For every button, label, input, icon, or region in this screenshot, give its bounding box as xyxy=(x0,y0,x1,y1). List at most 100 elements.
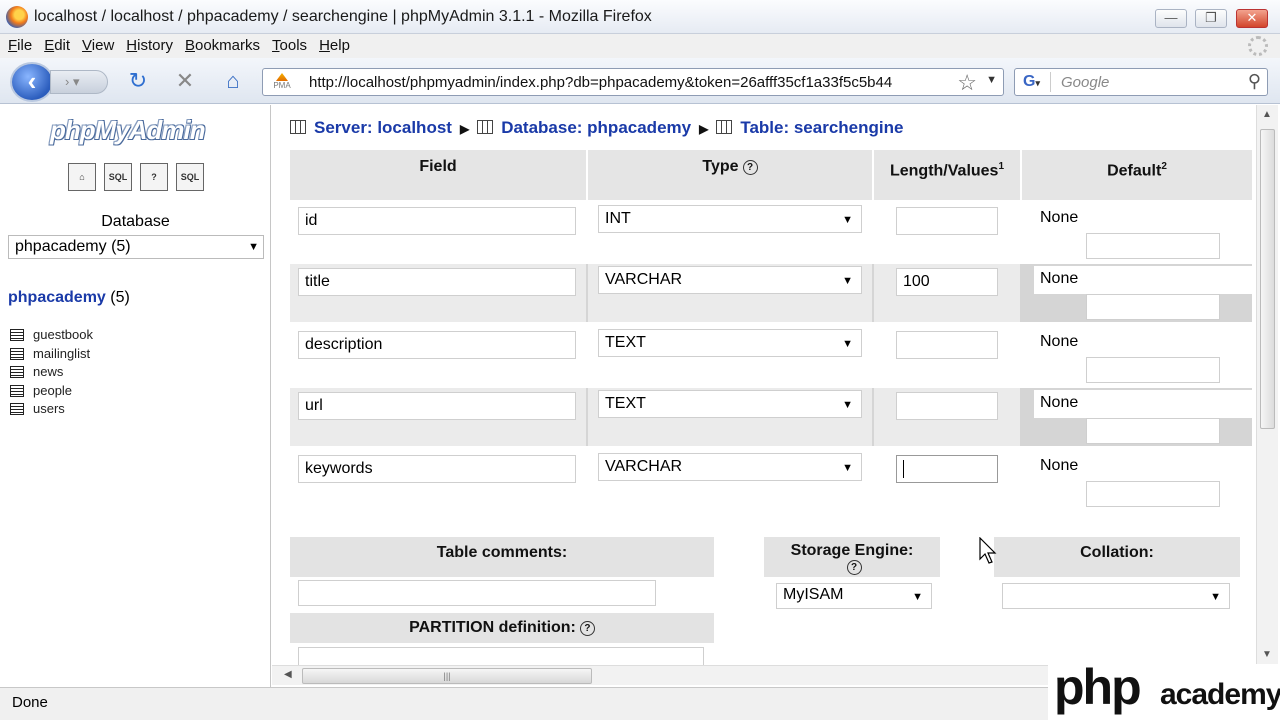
breadcrumb-database[interactable]: Database: phpacademy xyxy=(501,118,691,137)
home-icon[interactable]: ⌂ xyxy=(68,163,96,191)
breadcrumb-server[interactable]: Server: localhost xyxy=(314,118,452,137)
url-bar[interactable]: PMA http://localhost/phpmyadmin/index.ph… xyxy=(262,68,1004,96)
partition-input[interactable] xyxy=(298,647,704,665)
database-name-link[interactable]: phpacademy xyxy=(8,289,106,306)
url-dropdown-icon[interactable]: ▼ xyxy=(986,74,997,86)
default-value-input[interactable] xyxy=(1086,294,1220,320)
menu-history[interactable]: History xyxy=(118,34,177,54)
table-comments-header: Table comments: xyxy=(290,537,714,577)
field-name-input[interactable]: url xyxy=(298,392,576,420)
throbber-icon xyxy=(1248,36,1268,56)
scroll-left-icon[interactable]: ◀ xyxy=(284,669,292,680)
default-value-input[interactable] xyxy=(1086,418,1220,444)
default-value-input[interactable] xyxy=(1086,481,1220,507)
help-icon[interactable]: ? xyxy=(140,163,168,191)
menu-edit[interactable]: Edit xyxy=(36,34,74,54)
list-item[interactable]: guestbook xyxy=(10,327,93,346)
help-icon[interactable]: ? xyxy=(846,560,862,575)
length-input[interactable] xyxy=(896,207,998,235)
list-item[interactable]: mailinglist xyxy=(10,346,93,365)
help-icon[interactable]: ? xyxy=(742,160,758,175)
breadcrumb-separator-icon: ▶ xyxy=(699,122,709,136)
stop-icon: ✕ xyxy=(175,68,195,93)
table-icon[interactable] xyxy=(10,366,24,378)
storage-engine-select[interactable]: MyISAM ▼ xyxy=(776,583,932,609)
table-icon[interactable] xyxy=(10,403,24,415)
back-button[interactable]: ‹ xyxy=(10,62,54,102)
search-icon[interactable]: ⚲ xyxy=(1248,71,1261,92)
reload-icon: ↻ xyxy=(128,68,148,93)
length-input[interactable] xyxy=(896,392,998,420)
firefox-logo-icon xyxy=(6,6,28,28)
table-comments-input[interactable] xyxy=(298,580,656,606)
table-icon[interactable] xyxy=(10,347,24,360)
default-value-input[interactable] xyxy=(1086,357,1220,383)
bookmark-star-icon[interactable]: ☆ xyxy=(957,70,977,96)
google-engine-icon[interactable]: G▾ xyxy=(1019,72,1051,92)
help-icon[interactable]: ? xyxy=(579,621,595,636)
maximize-button[interactable]: ❐ xyxy=(1195,9,1227,28)
type-select[interactable]: VARCHAR ▼ xyxy=(598,453,862,481)
minimize-button[interactable]: — xyxy=(1155,9,1187,28)
type-select[interactable]: VARCHAR ▼ xyxy=(598,266,862,294)
search-bar[interactable]: G▾ Google ⚲ xyxy=(1014,68,1268,96)
window-titlebar: localhost / localhost / phpacademy / sea… xyxy=(0,0,1280,34)
default-select[interactable]: None xyxy=(1034,453,1252,481)
type-select[interactable]: TEXT ▼ xyxy=(598,390,862,418)
chevron-down-icon: ▼ xyxy=(842,399,853,411)
main-frame: Server: localhost ▶ Database: phpacademy ▶ T… xyxy=(272,105,1256,665)
list-item[interactable]: people xyxy=(10,383,93,402)
url-input[interactable]: http://localhost/phpmyadmin/index.php?db… xyxy=(309,74,949,91)
menu-help[interactable]: Help xyxy=(311,34,354,54)
sql-icon[interactable]: SQL xyxy=(104,163,132,191)
status-text: Done xyxy=(12,694,48,711)
scroll-up-icon[interactable]: ▲ xyxy=(1262,109,1272,120)
default-select[interactable]: None xyxy=(1034,329,1252,357)
field-name-input[interactable]: title xyxy=(298,268,576,296)
vertical-scroll-thumb[interactable] xyxy=(1260,129,1275,429)
phpmyadmin-logo[interactable]: phpMyAdmin xyxy=(50,115,206,146)
table-icon[interactable] xyxy=(10,329,24,341)
vertical-scrollbar[interactable]: ▲ ▼ xyxy=(1256,105,1278,665)
length-input[interactable]: 100 xyxy=(896,268,998,296)
query-window-icon[interactable]: SQL xyxy=(176,163,204,191)
list-item[interactable]: news xyxy=(10,364,93,383)
chevron-down-icon: ▼ xyxy=(842,462,853,474)
menu-file[interactable]: File xyxy=(0,34,36,54)
field-name-input[interactable]: keywords xyxy=(298,455,576,483)
home-button[interactable]: ⌂ xyxy=(219,70,247,94)
pma-favicon-icon: PMA xyxy=(271,73,293,91)
chevron-down-icon: ▼ xyxy=(248,241,259,253)
default-select[interactable]: None xyxy=(1034,390,1252,418)
mouse-pointer-icon xyxy=(979,537,997,564)
database-select[interactable]: phpacademy (5) ▼ xyxy=(8,235,264,259)
text-caret xyxy=(903,460,904,478)
menu-view[interactable]: View xyxy=(74,34,118,54)
table-icon[interactable] xyxy=(10,384,24,397)
server-icon xyxy=(290,120,306,134)
menu-bookmarks[interactable]: Bookmarks xyxy=(177,34,264,54)
forward-button[interactable]: › ▾ xyxy=(50,70,108,94)
breadcrumb-table[interactable]: Table: searchengine xyxy=(740,118,903,137)
default-value-input[interactable] xyxy=(1086,233,1220,259)
type-select[interactable]: INT ▼ xyxy=(598,205,862,233)
collation-select[interactable]: ▼ xyxy=(1002,583,1230,609)
default-select[interactable]: None xyxy=(1034,266,1252,294)
table-icon xyxy=(716,120,733,134)
length-input-focused[interactable] xyxy=(896,455,998,483)
field-name-input[interactable]: id xyxy=(298,207,576,235)
length-input[interactable] xyxy=(896,331,998,359)
list-item[interactable]: users xyxy=(10,401,93,420)
database-heading[interactable]: phpacademy (5) xyxy=(8,289,130,307)
menu-tools[interactable]: Tools xyxy=(264,34,311,54)
scroll-down-icon[interactable]: ▼ xyxy=(1262,649,1272,660)
window-title: localhost / localhost / phpacademy / sea… xyxy=(34,8,652,25)
type-select[interactable]: TEXT ▼ xyxy=(598,329,862,357)
default-select[interactable]: None xyxy=(1034,205,1252,233)
horizontal-scroll-thumb[interactable]: ||| xyxy=(302,668,592,684)
reload-button[interactable]: ↻ xyxy=(124,70,152,94)
stop-button[interactable]: ✕ xyxy=(171,70,199,94)
field-name-input[interactable]: description xyxy=(298,331,576,359)
close-button[interactable]: ✕ xyxy=(1236,9,1268,28)
search-input[interactable]: Google xyxy=(1061,74,1109,91)
